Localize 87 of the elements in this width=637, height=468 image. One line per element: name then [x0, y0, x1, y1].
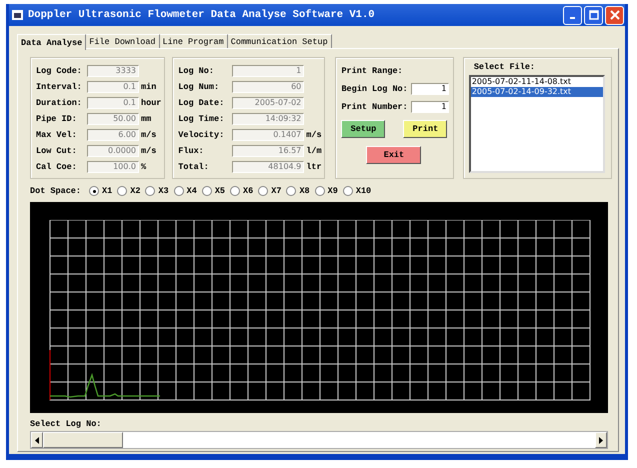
input-field[interactable]: 6.00	[87, 129, 139, 141]
field-label: Interval:	[36, 82, 83, 92]
unit-label: min	[141, 82, 156, 92]
radio-option[interactable]: X8	[286, 186, 310, 196]
field-label: Flux:	[178, 146, 205, 156]
radio-button[interactable]	[230, 186, 240, 196]
input-field[interactable]: 16.57	[232, 145, 304, 157]
field-label: Log Num:	[178, 82, 220, 92]
input-field[interactable]: 1	[232, 65, 304, 77]
field-label: Total:	[178, 162, 210, 172]
input-field[interactable]: 0.0000	[87, 145, 139, 157]
file-list-item[interactable]: 2005-07-02-14-09-32.txt	[470, 87, 603, 97]
radio-option[interactable]: X10	[342, 186, 372, 196]
input-field[interactable]: 0.1	[87, 81, 139, 93]
radio-button[interactable]	[174, 186, 184, 196]
field-label: Cal Coe:	[36, 162, 78, 172]
unit-label: %	[141, 162, 146, 172]
field-label: Duration:	[36, 98, 83, 108]
unit-label: m/s	[141, 146, 156, 156]
dot-space-label: Dot Space:	[30, 186, 82, 196]
maximize-icon	[588, 10, 598, 20]
field-label: Log No:	[178, 66, 215, 76]
input-field[interactable]: 3333	[87, 65, 139, 77]
radio-option[interactable]: X4	[174, 186, 197, 196]
radio-option[interactable]: X7	[258, 186, 282, 196]
select-file-label: Select File:	[472, 62, 536, 74]
close-button[interactable]	[605, 6, 624, 24]
radio-option[interactable]: X9	[314, 186, 338, 196]
radio-option[interactable]: X6	[230, 186, 254, 196]
close-icon	[610, 10, 620, 20]
radio-button[interactable]	[258, 186, 268, 196]
app-icon	[12, 10, 23, 20]
input-field[interactable]: 0.1407	[232, 129, 304, 141]
input-field[interactable]: 50.00	[87, 113, 139, 125]
radio-button[interactable]	[117, 186, 128, 196]
field-label: Low Cut:	[36, 146, 78, 156]
unit-label: m/s	[141, 130, 156, 140]
radio-button[interactable]	[286, 186, 296, 196]
radio-option[interactable]: X5	[202, 186, 226, 196]
unit-label: hour	[141, 98, 162, 108]
unit-label: m/s	[306, 130, 322, 140]
window-title: Doppler Ultrasonic Flowmeter Data Analyse Software V1.0	[28, 9, 375, 21]
setup-button[interactable]: Setup	[341, 120, 386, 138]
field-label: Max Vel:	[36, 130, 78, 140]
print-button[interactable]: Print	[403, 120, 448, 138]
radio-option[interactable]: X3	[145, 186, 169, 196]
left-arrow-icon	[35, 436, 39, 444]
tab[interactable]: Line Program	[160, 34, 228, 48]
scroll-left-button[interactable]	[31, 432, 43, 448]
field-label: Begin Log No:	[341, 84, 409, 94]
scroll-thumb[interactable]	[43, 432, 123, 448]
unit-label: ltr	[306, 162, 322, 172]
input-field[interactable]: 48104.9	[232, 161, 304, 173]
file-list-item[interactable]: 2005-07-02-11-14-08.txt	[470, 77, 603, 87]
radio-button[interactable]	[342, 186, 353, 196]
input-field[interactable]: 14:09:32	[232, 113, 304, 125]
field-label: Log Date:	[178, 98, 226, 108]
scroll-bar[interactable]	[30, 431, 608, 449]
scroll-right-button[interactable]	[595, 432, 607, 448]
exit-button[interactable]: Exit	[366, 146, 422, 164]
unit-label: l/m	[306, 146, 322, 156]
maximize-button[interactable]	[584, 6, 603, 24]
right-arrow-icon	[599, 436, 603, 444]
input-field[interactable]: 2005-07-02	[232, 97, 304, 109]
unit-label: mm	[141, 114, 152, 124]
input-field[interactable]: 0.1	[87, 97, 139, 109]
field-label: Log Time:	[178, 114, 226, 124]
tab[interactable]: Data Analyse	[17, 34, 86, 50]
radio-option[interactable]: X1	[89, 186, 112, 196]
field-label: Print Number:	[341, 102, 409, 112]
print-range-label: Print Range:	[341, 66, 404, 78]
input-field[interactable]: 100.0	[87, 161, 139, 173]
radio-button[interactable]	[89, 186, 100, 196]
field-label: Velocity:	[178, 130, 226, 140]
tab[interactable]: File Download	[86, 34, 160, 48]
radio-button[interactable]	[202, 186, 212, 196]
input-field[interactable]: 1	[411, 83, 450, 95]
field-label: Log Code:	[36, 66, 83, 76]
minimize-button[interactable]	[563, 6, 582, 24]
radio-option[interactable]: X2	[117, 186, 140, 196]
field-label: Pipe ID:	[36, 114, 78, 124]
select-log-label: Select Log No:	[30, 419, 102, 431]
radio-button[interactable]	[145, 186, 156, 196]
tab[interactable]: Communication Setup	[228, 34, 332, 48]
input-field[interactable]: 1	[411, 101, 450, 113]
radio-button[interactable]	[314, 186, 325, 196]
input-field[interactable]: 60	[232, 81, 304, 93]
